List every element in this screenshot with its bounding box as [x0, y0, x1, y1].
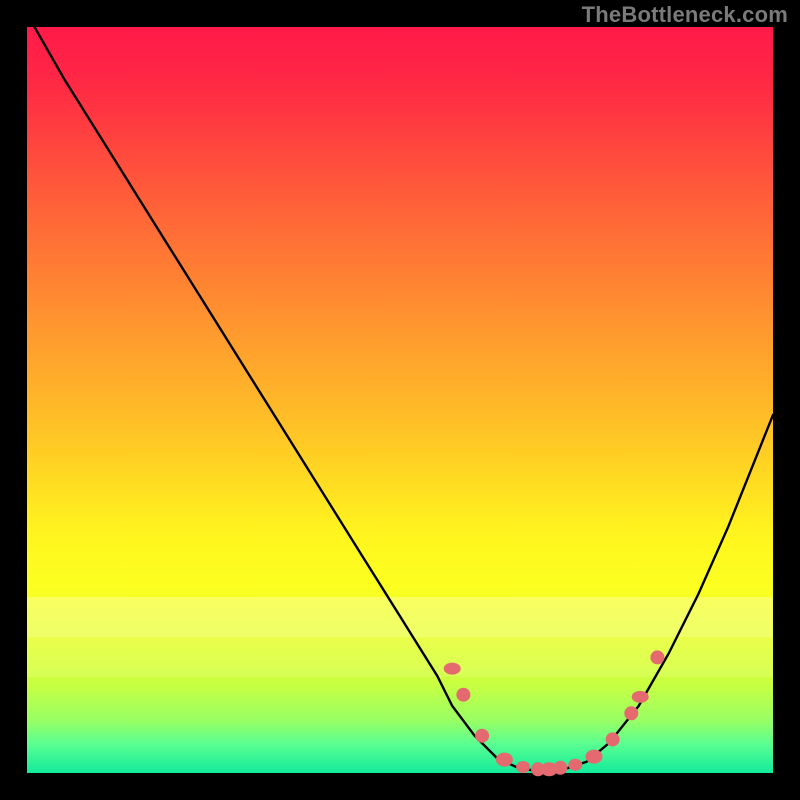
marker-dot [624, 706, 638, 720]
chart-stage: TheBottleneck.com [0, 0, 800, 800]
marker-dot [456, 688, 470, 702]
marker-dot [650, 650, 664, 664]
marker-dot [586, 750, 603, 764]
marker-dot [444, 663, 461, 675]
marker-dot [475, 729, 489, 743]
curve-svg [27, 27, 773, 773]
watermark-text: TheBottleneck.com [582, 4, 788, 26]
marker-dots [444, 650, 665, 776]
marker-dot [496, 753, 513, 767]
marker-dot [568, 759, 582, 771]
marker-dot [606, 732, 620, 746]
marker-dot [516, 761, 530, 773]
marker-dot [632, 691, 649, 703]
marker-dot [553, 761, 567, 775]
